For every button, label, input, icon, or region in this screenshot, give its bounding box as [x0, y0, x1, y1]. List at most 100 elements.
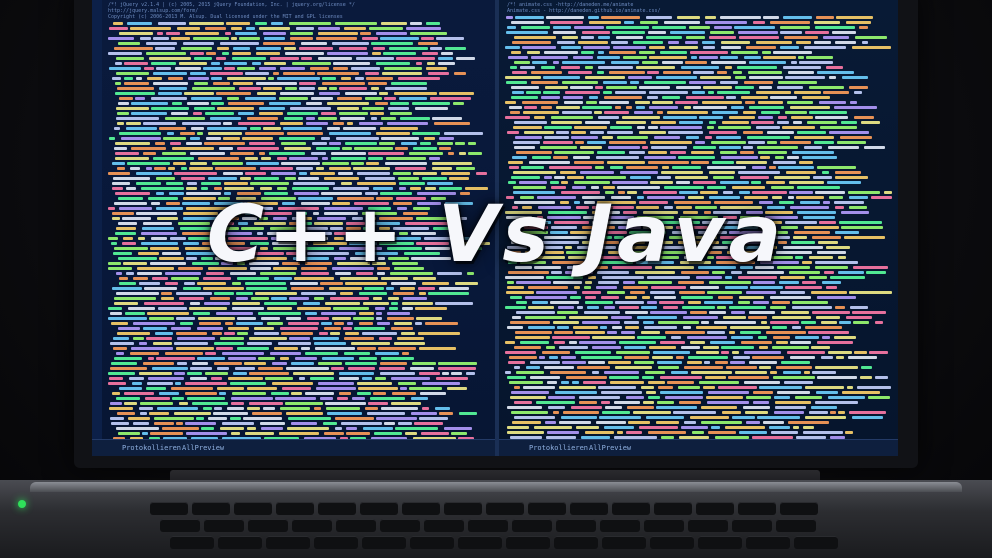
- code-token: [170, 142, 181, 145]
- keyboard-key: [644, 519, 684, 532]
- code-token: [224, 62, 247, 65]
- code-token: [749, 311, 775, 314]
- code-token: [703, 386, 715, 389]
- code-token: [748, 141, 765, 144]
- code-token: [634, 111, 653, 114]
- code-token: [416, 317, 442, 320]
- code-token: [115, 142, 150, 145]
- code-token: [387, 312, 410, 315]
- code-token: [146, 387, 166, 390]
- keyboard-key: [654, 502, 692, 515]
- code-token: [322, 162, 349, 165]
- code-token: [606, 86, 637, 89]
- code-token: [278, 342, 311, 345]
- code-token: [383, 52, 416, 55]
- code-token: [284, 47, 296, 50]
- code-token: [730, 361, 745, 364]
- code-token: [850, 306, 868, 309]
- code-token: [748, 316, 767, 319]
- code-token: [781, 311, 809, 314]
- code-token: [664, 186, 704, 189]
- code-token: [599, 101, 629, 104]
- code-token: [395, 167, 426, 170]
- code-token: [228, 357, 256, 360]
- code-token: [255, 292, 297, 295]
- code-token: [190, 52, 204, 55]
- code-token: [388, 107, 409, 110]
- code-token: [378, 347, 416, 350]
- code-token: [740, 331, 761, 334]
- code-token: [670, 151, 686, 154]
- code-token: [365, 407, 378, 410]
- code-token: [261, 157, 271, 160]
- code-token: [507, 281, 514, 284]
- code-token: [131, 102, 168, 105]
- code-token: [264, 62, 286, 65]
- code-token: [228, 327, 249, 330]
- code-token: [551, 121, 582, 124]
- code-token: [684, 106, 691, 109]
- code-token: [333, 62, 370, 65]
- code-token: [807, 121, 837, 124]
- code-token: [532, 156, 551, 159]
- code-token: [695, 141, 705, 144]
- code-token: [389, 307, 398, 310]
- code-token: [353, 317, 374, 320]
- code-token: [805, 416, 846, 419]
- code-token: [291, 392, 302, 395]
- code-token: [245, 132, 284, 135]
- code-token: [153, 157, 194, 160]
- code-token: [314, 297, 324, 300]
- code-token: [259, 67, 276, 70]
- code-token: [181, 177, 205, 180]
- code-token: [569, 341, 577, 344]
- code-token: [670, 31, 705, 34]
- code-token: [578, 41, 608, 44]
- code-token: [781, 361, 810, 364]
- code-token: [529, 161, 570, 164]
- code-token: [402, 307, 413, 310]
- code-token: [109, 407, 133, 410]
- code-token: [599, 416, 641, 419]
- code-token: [366, 162, 379, 165]
- code-token: [456, 57, 475, 60]
- code-token: [624, 356, 649, 359]
- code-token: [780, 291, 805, 294]
- code-token: [438, 62, 455, 65]
- code-token: [339, 112, 368, 115]
- code-token: [263, 127, 281, 130]
- code-token: [609, 376, 639, 379]
- code-token: [320, 397, 333, 400]
- keyboard-key: [410, 536, 454, 549]
- code-token: [406, 27, 441, 30]
- code-token: [633, 411, 671, 414]
- code-token: [245, 72, 269, 75]
- code-token: [679, 291, 705, 294]
- code-token: [236, 292, 253, 295]
- code-token: [154, 167, 166, 170]
- code-token: [823, 36, 849, 39]
- code-token: [701, 321, 709, 324]
- code-token: [438, 362, 477, 365]
- code-token: [327, 102, 369, 105]
- code-token: [213, 412, 248, 415]
- code-token: [238, 122, 275, 125]
- code-token: [642, 376, 654, 379]
- code-token: [254, 332, 279, 335]
- code-token: [514, 61, 530, 64]
- code-token: [381, 407, 418, 410]
- code-token: [712, 161, 734, 164]
- code-token: [787, 351, 825, 354]
- code-token: [154, 417, 194, 420]
- code-token: [679, 121, 703, 124]
- code-token: [862, 41, 868, 44]
- code-token: [374, 432, 402, 435]
- keyboard-key: [360, 502, 398, 515]
- code-token: [721, 41, 750, 44]
- code-token: [344, 27, 366, 30]
- code-token: [507, 431, 544, 434]
- code-token: [419, 292, 426, 295]
- code-token: [357, 382, 392, 385]
- code-token: [804, 146, 822, 149]
- code-token: [151, 62, 176, 65]
